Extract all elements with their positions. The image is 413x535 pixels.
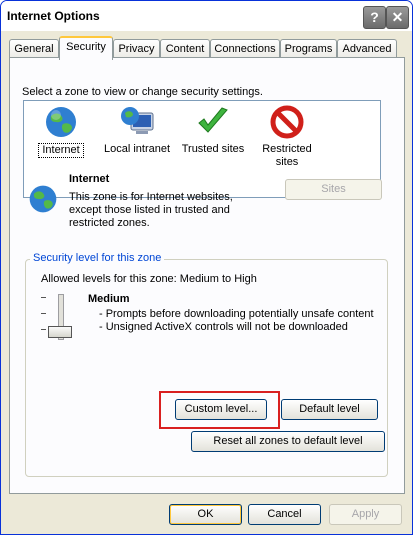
reset-all-zones-button[interactable]: Reset all zones to default level bbox=[191, 431, 385, 452]
window-title: Internet Options bbox=[7, 9, 100, 23]
apply-button[interactable]: Apply bbox=[329, 504, 402, 525]
allowed-levels-text: Allowed levels for this zone: Medium to … bbox=[41, 273, 257, 285]
level-bullet: - Prompts before downloading potentially… bbox=[99, 308, 374, 320]
slider-tick bbox=[41, 297, 46, 298]
zone-restricted-sites-label: Restricted sites bbox=[262, 143, 312, 168]
tab-connections[interactable]: Connections bbox=[210, 39, 280, 58]
title-bar: Internet Options ? ✕ bbox=[1, 1, 412, 31]
tab-advanced[interactable]: Advanced bbox=[337, 39, 397, 58]
checkmark-icon bbox=[195, 104, 231, 140]
internet-options-window: Internet Options ? ✕ General Security Pr… bbox=[0, 0, 413, 535]
security-level-description: - Prompts before downloading potentially… bbox=[99, 308, 374, 334]
tab-content[interactable]: Content bbox=[160, 39, 210, 58]
dialog-client: General Security Privacy Content Connect… bbox=[4, 31, 409, 531]
close-button[interactable]: ✕ bbox=[386, 6, 409, 29]
ok-button[interactable]: OK bbox=[169, 504, 242, 525]
zone-info-description: This zone is for Internet websites, exce… bbox=[69, 191, 233, 229]
slider-tick bbox=[41, 313, 46, 314]
slider-tick bbox=[41, 329, 46, 330]
zone-internet[interactable]: Internet bbox=[38, 104, 84, 158]
restricted-icon bbox=[269, 104, 305, 140]
zone-internet-label: Internet bbox=[38, 143, 84, 158]
security-level-group-title: Security level for this zone bbox=[30, 252, 165, 264]
tab-privacy[interactable]: Privacy bbox=[113, 39, 160, 58]
tab-security[interactable]: Security bbox=[59, 36, 113, 60]
zone-trusted-sites[interactable]: Trusted sites bbox=[180, 104, 246, 156]
globe-icon bbox=[43, 104, 79, 140]
custom-level-button[interactable]: Custom level... bbox=[175, 399, 267, 420]
security-level-name: Medium bbox=[88, 293, 130, 305]
sites-button[interactable]: Sites bbox=[285, 179, 382, 200]
help-button[interactable]: ? bbox=[363, 6, 386, 29]
cancel-button[interactable]: Cancel bbox=[248, 504, 321, 525]
zone-restricted-sites[interactable]: Restricted sites bbox=[254, 104, 320, 169]
security-level-slider-thumb[interactable] bbox=[48, 326, 72, 338]
zones-prompt: Select a zone to view or change security… bbox=[22, 86, 263, 98]
zone-trusted-sites-label: Trusted sites bbox=[181, 143, 245, 155]
tab-general[interactable]: General bbox=[9, 39, 59, 58]
zone-local-intranet-label: Local intranet bbox=[103, 143, 171, 155]
globe-icon bbox=[27, 183, 59, 215]
monitor-globe-icon bbox=[119, 104, 155, 140]
level-bullet: - Unsigned ActiveX controls will not be … bbox=[99, 321, 348, 333]
zone-local-intranet[interactable]: Local intranet bbox=[102, 104, 172, 156]
default-level-button[interactable]: Default level bbox=[281, 399, 378, 420]
tab-programs[interactable]: Programs bbox=[280, 39, 337, 58]
zone-info-title: Internet bbox=[69, 173, 110, 185]
